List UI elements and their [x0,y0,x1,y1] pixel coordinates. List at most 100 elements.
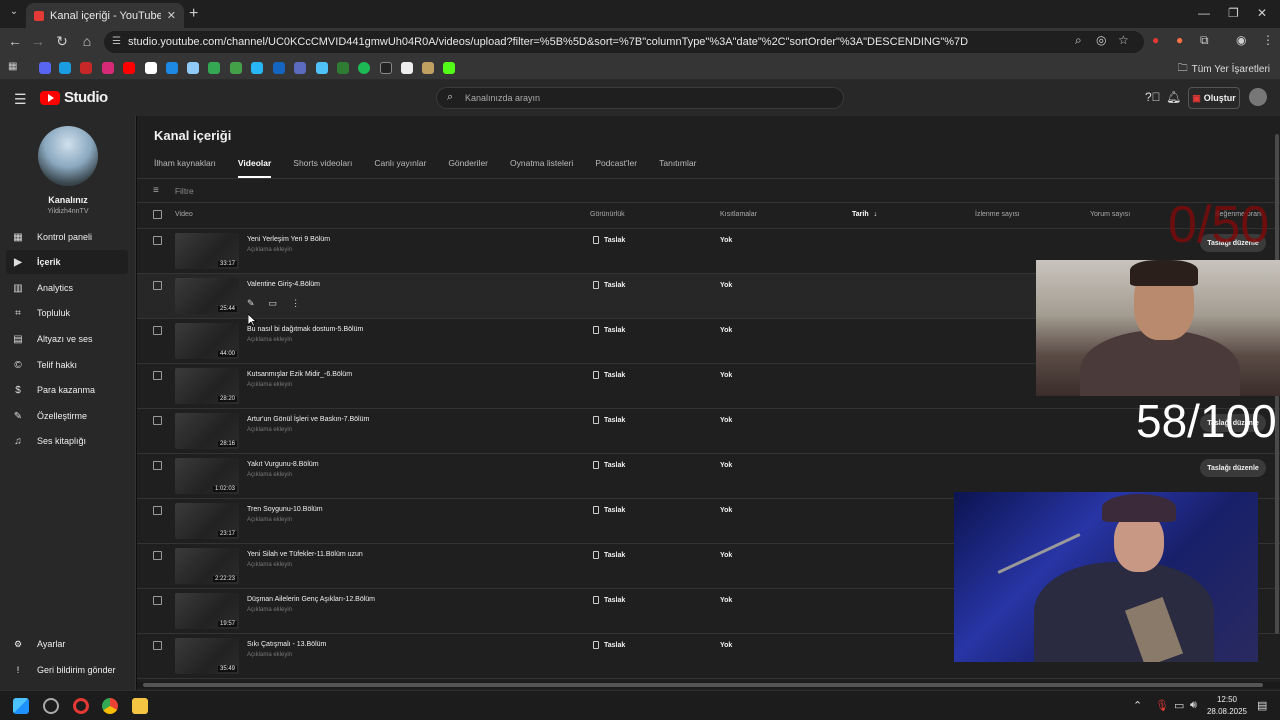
video-title[interactable]: Sıkı Çatışmalı - 13.Bölüm [247,641,326,648]
taskbar-app-icon[interactable] [43,698,59,714]
video-title[interactable]: Yakıt Vurgunu-8.Bölüm [247,461,319,468]
visibility-cell[interactable]: Taslak [593,326,625,334]
restore-icon[interactable]: ❐ [1228,6,1239,20]
close-window-icon[interactable]: ✕ [1257,6,1267,20]
windows-start-icon[interactable] [13,698,29,714]
video-thumbnail[interactable]: 35:49 [175,638,239,674]
bookmark-blue-icon[interactable] [251,62,263,74]
sidebar-item-dashboard[interactable]: ▦ Kontrol paneli [6,225,128,249]
address-bar[interactable]: ☰ studio.youtube.com/channel/UC0KCcCMVID… [104,31,1144,53]
video-thumbnail[interactable]: 1:02:03 [175,458,239,494]
video-thumbnail[interactable]: 44:00 [175,323,239,359]
reload-icon[interactable]: ↻ [53,33,71,50]
file-explorer-icon[interactable] [132,698,148,714]
sidebar-item-customization[interactable]: ✎ Özelleştirme [6,404,128,428]
extension-red-icon[interactable]: ● [1152,33,1159,47]
new-tab-icon[interactable]: + [189,5,198,23]
microphone-icon[interactable]: 🎙︎ [1155,699,1169,712]
forward-icon[interactable]: → [29,33,47,49]
edit-draft-button[interactable]: Taslağı düzenle [1200,459,1266,477]
video-thumbnail[interactable]: 25:44 [175,278,239,314]
sidebar-item-copyright[interactable]: © Telif hakkı [6,353,128,377]
browser-tab[interactable]: Kanal içeriği - YouTube Studio ✕ [26,3,184,28]
video-title[interactable]: Tren Soygunu-10.Bölüm [247,506,323,513]
video-thumbnail[interactable]: 28:16 [175,413,239,449]
channel-search-input[interactable]: ⌕ Kanalınızda arayın [436,87,844,109]
video-title[interactable]: Bu nasıl bi dağıtmak dostum-5.Bölüm [247,326,363,333]
close-tab-icon[interactable]: ✕ [167,9,176,22]
visibility-cell[interactable]: Taslak [593,461,625,469]
row-checkbox[interactable] [153,461,162,470]
row-checkbox[interactable] [153,416,162,425]
visibility-cell[interactable]: Taslak [593,281,625,289]
visibility-cell[interactable]: Taslak [593,236,625,244]
visibility-cell[interactable]: Taslak [593,641,625,649]
bookmark-dark-icon[interactable] [380,62,392,74]
video-thumbnail[interactable]: 2:22:23 [175,548,239,584]
row-checkbox[interactable] [153,326,162,335]
tab-shorts[interactable]: Shorts videoları [293,158,352,178]
bookmark-kick2-icon[interactable] [443,62,455,74]
bookmark-kick-icon[interactable] [337,62,349,74]
sidebar-item-audio-library[interactable]: ♫ Ses kitaplığı [6,429,128,453]
home-icon[interactable]: ⌂ [78,33,96,49]
more-options-icon[interactable]: ⋮ [291,298,300,309]
add-description-link[interactable]: Açıklama ekleyin [247,382,292,388]
video-title[interactable]: Düşman Ailelerin Genç Aşıkları-12.Bölüm [247,596,375,603]
create-button[interactable]: ▣ Oluştur [1188,87,1240,109]
tab-podcasts[interactable]: Podcast'ler [595,158,637,178]
tray-chevron-icon[interactable]: ⌃ [1133,699,1142,712]
row-checkbox[interactable] [153,281,162,290]
video-title[interactable]: Yeni Silah ve Tüfekler-11.Bölüm uzun [247,551,363,558]
row-checkbox[interactable] [153,236,162,245]
add-description-link[interactable]: Açıklama ekleyin [247,652,292,658]
site-info-icon[interactable]: ☰ [112,36,121,47]
bookmark-red-icon[interactable] [80,62,92,74]
bookmark-outlook-icon[interactable] [166,62,178,74]
extension-orange-icon[interactable]: ● [1176,33,1183,47]
bookmark-drive-icon[interactable] [208,62,220,74]
row-checkbox[interactable] [153,506,162,515]
tab-posts[interactable]: Gönderiler [448,158,488,178]
bookmark-star-icon[interactable]: ☆ [1118,33,1129,47]
row-checkbox[interactable] [153,551,162,560]
add-description-link[interactable]: Açıklama ekleyin [247,337,292,343]
account-avatar[interactable] [1249,88,1267,106]
bookmark-purple-icon[interactable] [294,62,306,74]
bookmark-flag-icon[interactable] [273,62,285,74]
bookmark-discord-icon[interactable] [39,62,51,74]
col-date[interactable]: Tarih ↓ [852,211,877,218]
channel-avatar[interactable] [38,126,98,186]
visibility-cell[interactable]: Taslak [593,371,625,379]
browser-menu-icon[interactable]: ⋮ [1262,33,1274,47]
notifications-bell-icon[interactable]: 🔔︎ [1166,90,1181,104]
bookmark-spotify-icon[interactable] [358,62,370,74]
video-title[interactable]: Valentine Giriş-4.Bölüm [247,281,320,288]
video-title[interactable]: Artur'un Gönül İşleri ve Baskın-7.Bölüm [247,416,369,423]
visibility-cell[interactable]: Taslak [593,551,625,559]
add-description-link[interactable]: Açıklama ekleyin [247,517,292,523]
video-thumbnail[interactable]: 28:20 [175,368,239,404]
tab-promotions[interactable]: Tanıtımlar [659,158,696,178]
video-thumbnail[interactable]: 23:17 [175,503,239,539]
hamburger-menu-icon[interactable]: ☰ [14,91,27,108]
add-description-link[interactable]: Açıklama ekleyin [247,472,292,478]
tab-live[interactable]: Canlı yayınlar [374,158,426,178]
minimize-icon[interactable]: — [1198,6,1210,20]
visibility-cell[interactable]: Taslak [593,596,625,604]
bookmark-green-icon[interactable] [230,62,242,74]
bookmark-google-icon[interactable] [145,62,157,74]
visibility-cell[interactable]: Taslak [593,416,625,424]
eye-off-icon[interactable]: ◎ [1096,33,1106,47]
sidebar-item-subtitles[interactable]: ▤ Altyazı ve ses [6,327,128,351]
bookmark-youtube-icon[interactable] [123,62,135,74]
tab-search-icon[interactable]: ⌄ [6,6,22,22]
chrome-icon[interactable] [102,698,118,714]
taskbar-clock[interactable]: 12:50 28.08.2025 [1206,694,1248,718]
horizontal-scrollbar[interactable] [137,682,1280,688]
video-thumbnail[interactable]: 19:57 [175,593,239,629]
network-icon[interactable]: ▭ [1174,699,1184,712]
sidebar-item-content[interactable]: ▶ İçerik [6,250,128,274]
profile-icon[interactable]: ◉ [1236,33,1246,47]
sidebar-item-settings[interactable]: ⚙ Ayarlar [6,633,128,655]
